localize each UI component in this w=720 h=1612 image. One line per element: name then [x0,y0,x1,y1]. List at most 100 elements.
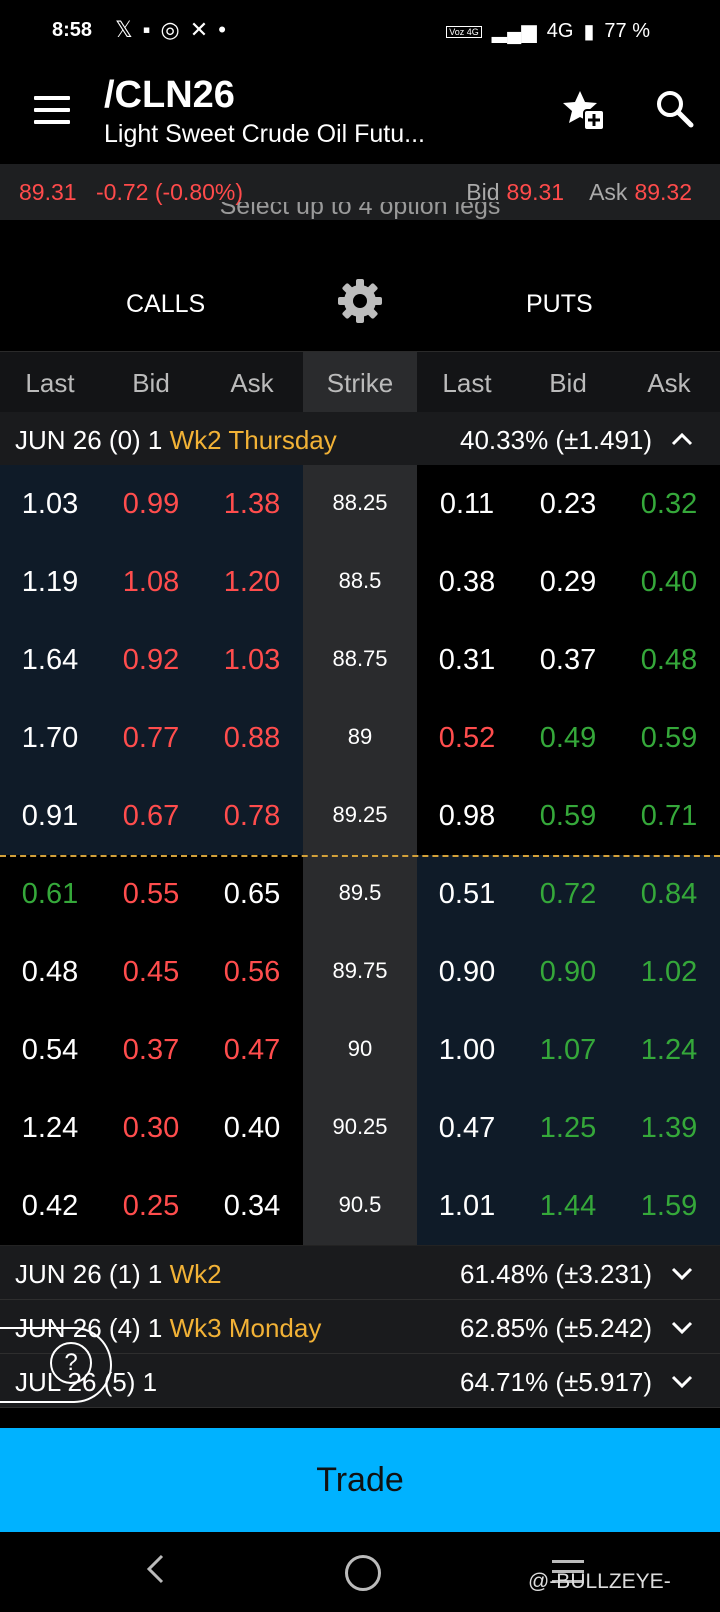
table-row: 0.48 0.45 0.56 89.75 0.90 0.90 1.02 [0,933,720,1012]
call-ask[interactable]: 0.78 [202,800,302,833]
col-put-ask: Ask [647,368,691,398]
strike-price: 89.5 [338,880,382,905]
put-last[interactable]: 1.00 [417,1034,517,1067]
call-bid[interactable]: 0.37 [101,1034,201,1067]
put-last[interactable]: 0.47 [417,1112,517,1145]
calls-label[interactable]: CALLS [126,290,205,319]
signal-icon: ▂▄▆ [491,21,537,43]
battery-label: 77 % [604,20,650,42]
put-last[interactable]: 0.31 [417,644,517,677]
call-last[interactable]: 0.91 [0,800,100,833]
table-row: 1.03 0.99 1.38 88.25 0.11 0.23 0.32 [0,465,720,544]
put-ask[interactable]: 0.59 [619,722,719,755]
strike-price: 88.5 [338,568,382,593]
put-ask[interactable]: 0.48 [619,644,719,677]
gear-icon[interactable] [336,277,384,325]
put-ask[interactable]: 0.84 [619,878,719,911]
call-bid[interactable]: 0.30 [101,1112,201,1145]
call-bid[interactable]: 0.77 [101,722,201,755]
help-icon: ? [50,1342,92,1384]
col-call-ask: Ask [230,368,274,398]
put-bid[interactable]: 0.49 [518,722,618,755]
menu-icon[interactable] [34,96,70,124]
col-put-bid: Bid [549,368,587,398]
battery-icon: ▮ [583,21,595,43]
call-last[interactable]: 1.03 [0,488,100,521]
put-bid[interactable]: 0.29 [518,566,618,599]
call-last[interactable]: 1.64 [0,644,100,677]
chevron-down-icon[interactable] [670,1261,694,1285]
call-bid[interactable]: 0.45 [101,956,201,989]
col-put-last: Last [442,368,492,398]
put-last[interactable]: 0.51 [417,878,517,911]
put-bid[interactable]: 0.90 [518,956,618,989]
col-call-last: Last [25,368,75,398]
chevron-up-icon[interactable] [670,427,694,451]
call-ask[interactable]: 1.38 [202,488,302,521]
call-ask[interactable]: 0.65 [202,878,302,911]
put-bid[interactable]: 1.44 [518,1190,618,1223]
call-bid[interactable]: 0.67 [101,800,201,833]
call-last[interactable]: 0.48 [0,956,100,989]
add-watchlist-star-icon[interactable] [562,88,606,132]
call-last[interactable]: 1.19 [0,566,100,599]
put-bid[interactable]: 1.07 [518,1034,618,1067]
puts-label[interactable]: PUTS [526,290,593,319]
call-bid[interactable]: 0.55 [101,878,201,911]
call-bid[interactable]: 0.99 [101,488,201,521]
chevron-down-icon[interactable] [670,1369,694,1393]
back-icon[interactable] [140,1552,174,1586]
voz-icon: Voz 4G [446,25,482,38]
strike-price: 90.5 [338,1192,382,1217]
call-last[interactable]: 1.70 [0,722,100,755]
put-ask[interactable]: 1.02 [619,956,719,989]
put-last[interactable]: 0.52 [417,722,517,755]
call-ask[interactable]: 1.03 [202,644,302,677]
notification-icons: 𝕏 ▪ ◎ ✕ • [115,17,226,43]
status-time: 8:58 [52,19,93,41]
table-row: 1.70 0.77 0.88 89 0.52 0.49 0.59 [0,699,720,778]
call-last[interactable]: 0.54 [0,1034,100,1067]
put-bid[interactable]: 0.72 [518,878,618,911]
put-bid[interactable]: 0.37 [518,644,618,677]
trade-button[interactable]: Trade [0,1428,720,1532]
call-last[interactable]: 0.61 [0,878,100,911]
chevron-down-icon[interactable] [670,1315,694,1339]
call-ask[interactable]: 0.56 [202,956,302,989]
home-icon[interactable] [345,1555,381,1591]
call-last[interactable]: 0.42 [0,1190,100,1223]
put-ask[interactable]: 0.40 [619,566,719,599]
call-bid[interactable]: 0.92 [101,644,201,677]
expiration-week: Wk2 Thursday [169,425,337,455]
expiration-week: Wk2 [169,1259,222,1289]
put-bid[interactable]: 0.23 [518,488,618,521]
expiration-group-jun26-1[interactable]: JUN 26 (1) 1 Wk2 61.48% (±3.231) [0,1246,720,1300]
put-last[interactable]: 0.38 [417,566,517,599]
put-ask[interactable]: 1.39 [619,1112,719,1145]
call-ask[interactable]: 0.40 [202,1112,302,1145]
put-ask[interactable]: 1.24 [619,1034,719,1067]
call-ask[interactable]: 0.88 [202,722,302,755]
strike-price: 89.75 [332,958,388,983]
put-last[interactable]: 0.11 [417,488,517,521]
put-last[interactable]: 0.98 [417,800,517,833]
call-last[interactable]: 1.24 [0,1112,100,1145]
put-bid[interactable]: 0.59 [518,800,618,833]
call-ask[interactable]: 0.34 [202,1190,302,1223]
help-button[interactable]: ? [0,1327,112,1403]
call-ask[interactable]: 0.47 [202,1034,302,1067]
call-bid[interactable]: 0.25 [101,1190,201,1223]
put-last[interactable]: 0.90 [417,956,517,989]
search-icon[interactable] [654,88,694,128]
put-bid[interactable]: 1.25 [518,1112,618,1145]
expiration-group-jun26-4[interactable]: JUN 26 (4) 1 Wk3 Monday 62.85% (±5.242) [0,1300,720,1354]
put-ask[interactable]: 1.59 [619,1190,719,1223]
put-ask[interactable]: 0.71 [619,800,719,833]
expiration-group-jun26-0[interactable]: JUN 26 (0) 1 Wk2 Thursday 40.33% (±1.491… [0,412,720,466]
call-ask[interactable]: 1.20 [202,566,302,599]
put-ask[interactable]: 0.32 [619,488,719,521]
put-last[interactable]: 1.01 [417,1190,517,1223]
call-bid[interactable]: 1.08 [101,566,201,599]
strike-price: 88.25 [332,490,388,515]
watermark: @-BULLZEYE- [528,1570,671,1593]
